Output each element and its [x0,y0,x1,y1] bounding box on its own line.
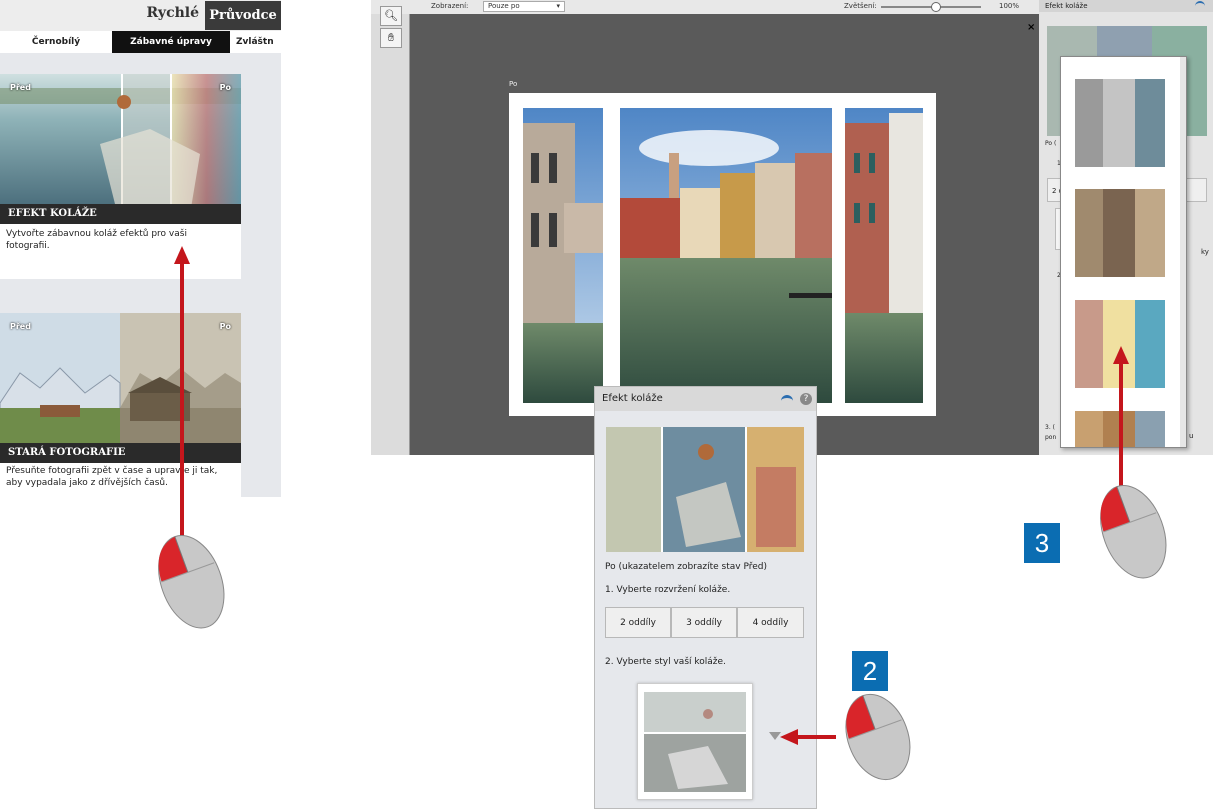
arrow-3-icon [1113,346,1129,505]
mouse-3-icon [1100,484,1167,579]
annotation-overlay [158,246,1167,781]
arrow-1-icon [174,246,190,560]
arrow-2-icon [780,729,836,745]
mouse-2-icon [845,693,911,781]
mouse-1-icon [158,534,225,629]
